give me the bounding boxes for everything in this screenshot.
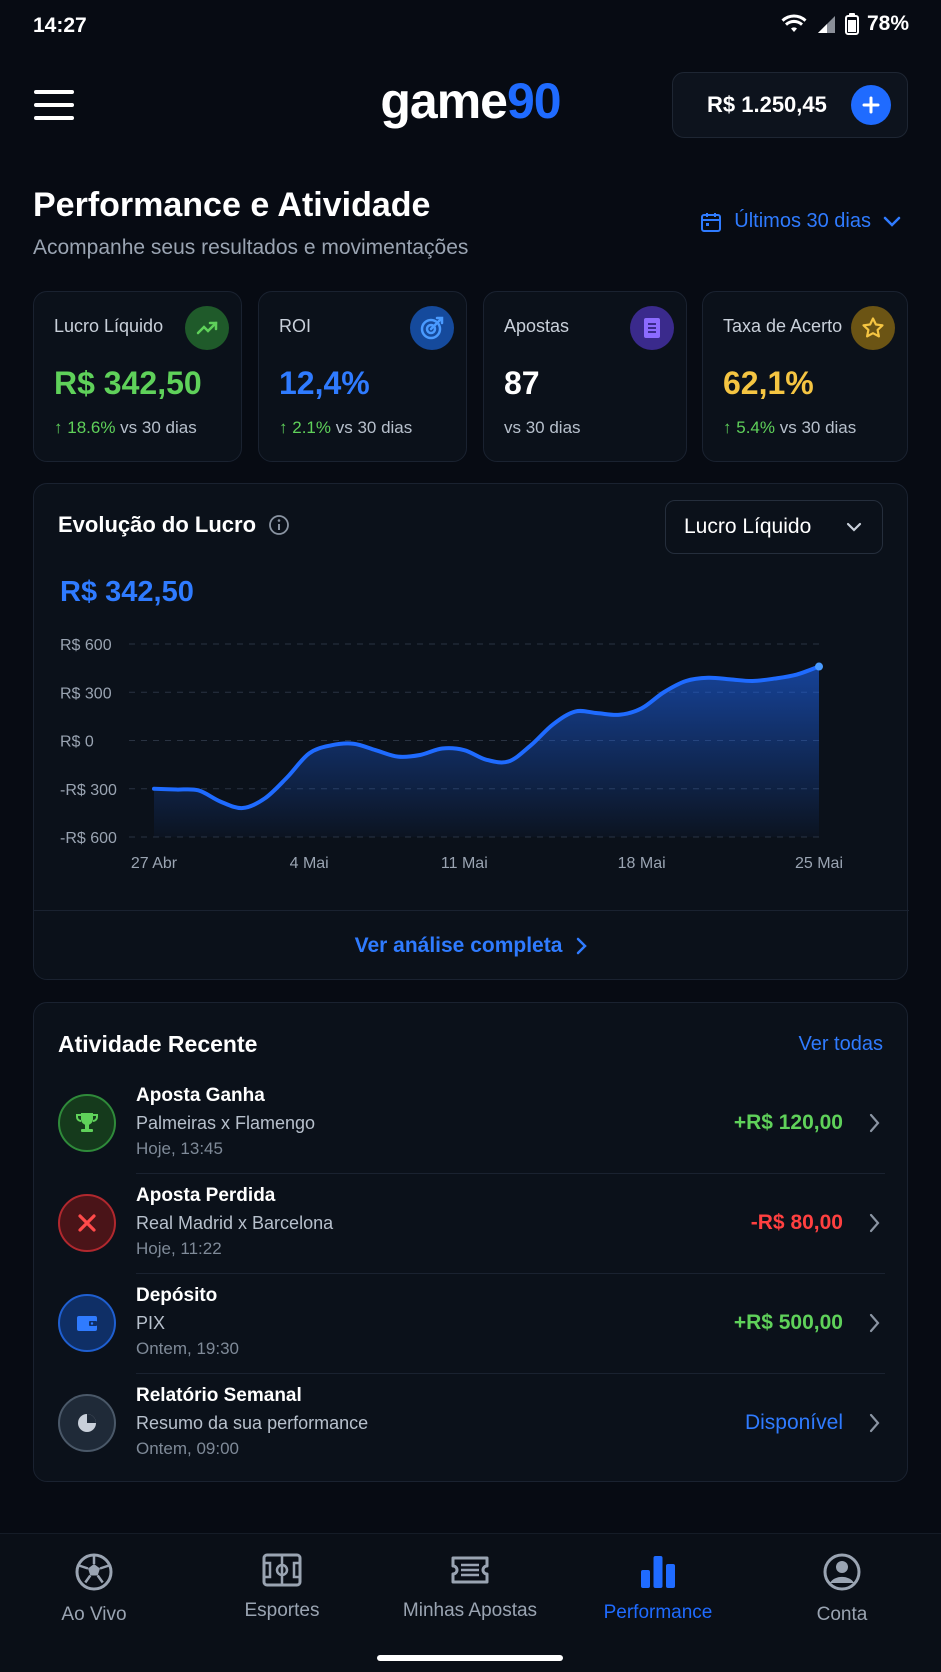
status-time: 14:27 <box>33 14 87 37</box>
status-indicators: 78% <box>781 12 909 36</box>
stat-value: 62,1% <box>723 365 814 401</box>
stat-foot: ↑ 2.1% vs 30 dias <box>279 418 413 437</box>
stat-card-taxa[interactable]: Taxa de Acerto 62,1% ↑ 5.4% vs 30 dias <box>702 291 908 462</box>
bottom-nav: Ao Vivo Esportes Minhas Apostas Performa… <box>0 1533 941 1672</box>
chart-current-value: R$ 342,50 <box>60 576 194 608</box>
soccer-ball-icon <box>75 1553 113 1591</box>
period-label: Últimos 30 dias <box>734 210 871 232</box>
signal-icon <box>817 16 835 33</box>
ticket-icon <box>630 306 674 350</box>
activity-amount: +R$ 120,00 <box>733 1111 843 1134</box>
x-tick-label: 27 Abr <box>131 855 178 872</box>
list-item[interactable]: Depósito PIX Ontem, 19:30 +R$ 500,00 <box>34 1275 909 1375</box>
user-icon <box>823 1553 861 1591</box>
bar-chart-icon <box>641 1556 675 1588</box>
trophy-icon <box>58 1094 116 1152</box>
wallet-icon <box>58 1294 116 1352</box>
nav-item-conta[interactable]: Conta <box>748 1552 936 1626</box>
full-analysis-link[interactable]: Ver análise completa <box>34 934 909 958</box>
trend-up-icon <box>185 306 229 350</box>
activity-amount: Disponível <box>744 1411 843 1434</box>
x-tick-label: 25 Mai <box>795 855 843 872</box>
activity-amount: +R$ 500,00 <box>733 1311 843 1334</box>
list-item[interactable]: Relatório Semanal Resumo da sua performa… <box>34 1375 909 1475</box>
wifi-icon <box>781 14 807 32</box>
target-icon <box>410 306 454 350</box>
chevron-right-icon <box>869 1413 880 1433</box>
chart-end-point <box>815 662 823 671</box>
home-indicator <box>377 1655 563 1661</box>
pie-chart-icon <box>58 1394 116 1452</box>
y-tick-label: R$ 0 <box>60 734 94 751</box>
stat-foot: ↑ 18.6% vs 30 dias <box>54 418 197 437</box>
balance-widget[interactable]: R$ 1.250,45 <box>672 72 908 138</box>
divider <box>34 910 909 911</box>
stat-foot: ↑ 5.4% vs 30 dias <box>723 418 857 437</box>
x-tick-label: 18 Mai <box>618 855 666 872</box>
close-icon <box>58 1194 116 1252</box>
balance-amount: R$ 1.250,45 <box>707 92 827 117</box>
stat-card-roi[interactable]: ROI 12,4% ↑ 2.1% vs 30 dias <box>258 291 467 462</box>
stat-card-apostas[interactable]: Apostas 87 vs 30 dias <box>483 291 687 462</box>
add-funds-button[interactable] <box>851 85 891 125</box>
calendar-icon <box>701 212 722 232</box>
x-tick-label: 4 Mai <box>290 855 329 872</box>
info-icon[interactable] <box>268 514 290 536</box>
activity-amount: -R$ 80,00 <box>750 1211 843 1234</box>
chevron-down-icon <box>883 216 901 227</box>
menu-icon[interactable] <box>34 88 74 122</box>
chevron-right-icon <box>869 1113 880 1133</box>
field-icon <box>262 1553 302 1587</box>
recent-activity-card: Atividade Recente Ver todas Aposta Ganha… <box>33 1002 908 1482</box>
activity-title: Atividade Recente <box>58 1031 258 1057</box>
nav-item-minhas-apostas[interactable]: Minhas Apostas <box>376 1552 564 1622</box>
chevron-right-icon <box>869 1313 880 1333</box>
ticket-icon <box>451 1556 489 1584</box>
stat-value: 87 <box>504 365 540 401</box>
plus-icon <box>862 96 880 114</box>
nav-item-esportes[interactable]: Esportes <box>188 1552 376 1622</box>
view-all-link[interactable]: Ver todas <box>798 1033 883 1056</box>
x-tick-label: 11 Mai <box>441 855 488 872</box>
page-title: Performance e Atividade <box>33 186 431 224</box>
chart-title: Evolução do Lucro <box>58 512 290 538</box>
stat-card-lucro[interactable]: Lucro Líquido R$ 342,50 ↑ 18.6% vs 30 di… <box>33 291 242 462</box>
list-item[interactable]: Aposta Ganha Palmeiras x Flamengo Hoje, … <box>34 1075 909 1175</box>
y-tick-label: R$ 300 <box>60 685 112 702</box>
battery-level: 78% <box>866 12 909 35</box>
nav-item-ao-vivo[interactable]: Ao Vivo <box>0 1552 188 1626</box>
period-selector[interactable]: Últimos 30 dias <box>700 210 901 233</box>
chevron-right-icon <box>869 1213 880 1233</box>
stat-value: 12,4% <box>279 365 370 401</box>
page-subtitle: Acompanhe seus resultados e movimentaçõe… <box>33 236 469 259</box>
y-tick-label: -R$ 600 <box>60 830 117 847</box>
list-item[interactable]: Aposta Perdida Real Madrid x Barcelona H… <box>34 1175 909 1275</box>
chart-metric-dropdown[interactable]: Lucro Líquido <box>665 500 883 554</box>
profit-chart-card: Evolução do Lucro Lucro Líquido R$ 342,5… <box>33 483 909 980</box>
star-icon <box>851 306 895 350</box>
divider <box>136 1373 885 1374</box>
chevron-right-icon <box>577 937 588 955</box>
stat-foot: vs 30 dias <box>504 418 581 437</box>
divider <box>136 1173 885 1174</box>
chevron-down-icon <box>846 522 862 532</box>
nav-item-performance[interactable]: Performance <box>564 1552 752 1624</box>
y-tick-label: -R$ 300 <box>60 782 117 799</box>
y-tick-label: R$ 600 <box>60 637 112 654</box>
profit-area-chart: R$ 600 R$ 300 R$ 0 -R$ 300 -R$ 600 27 Abr 4 Ma… <box>60 637 843 872</box>
stat-value: R$ 342,50 <box>54 365 202 401</box>
battery-icon <box>844 13 859 35</box>
divider <box>136 1273 885 1274</box>
